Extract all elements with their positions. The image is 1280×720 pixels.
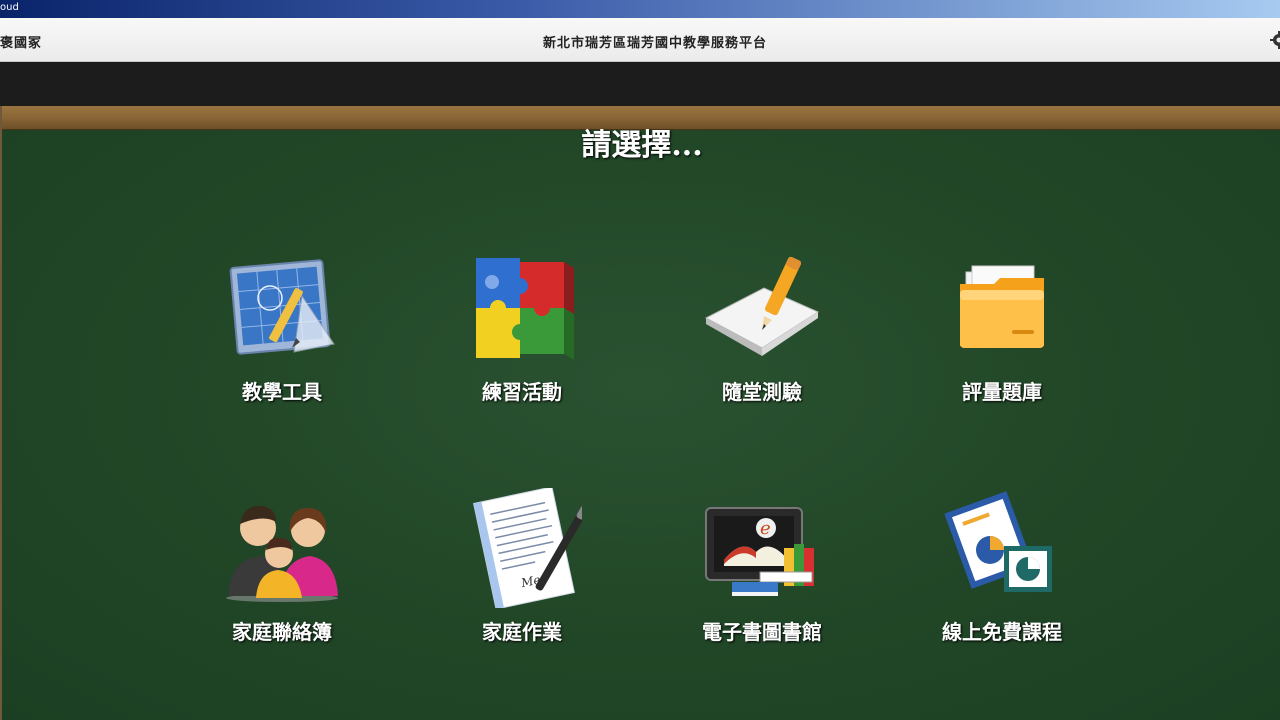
- tile-label: 家庭作業: [482, 620, 562, 644]
- tile-label: 線上免費課程: [942, 620, 1062, 644]
- pencil-on-paper-icon: [702, 248, 822, 368]
- window-title: oud: [0, 2, 19, 13]
- tile-label: 隨堂測驗: [722, 380, 802, 404]
- gear-icon[interactable]: [1270, 31, 1280, 49]
- tile-label: 練習活動: [482, 380, 562, 404]
- board-heading: 請選擇...: [581, 128, 703, 163]
- page-title: 新北市瑞芳區瑞芳國中教學服務平台: [542, 36, 767, 51]
- ebook-library-icon: e: [702, 488, 822, 608]
- tile-ebook-library[interactable]: e 電子書圖書館: [662, 488, 862, 668]
- presentation-chart-icon: [942, 488, 1062, 608]
- tile-teaching-tools[interactable]: 教學工具: [182, 248, 382, 428]
- top-navbar: 褒國冢 新北市瑞芳區瑞芳國中教學服務平台: [0, 18, 1280, 62]
- tile-family-contact-book[interactable]: 家庭聯絡簿: [182, 488, 382, 668]
- tile-label: 家庭聯絡簿: [232, 620, 332, 644]
- dark-band: [0, 63, 1280, 106]
- handwritten-letter-pen-icon: Mex: [462, 486, 589, 610]
- blueprint-pencil-icon: [222, 248, 342, 368]
- tile-practice-activities[interactable]: 練習活動: [422, 248, 622, 428]
- window-titlebar: oud: [0, 0, 1280, 18]
- puzzle-cube-icon: [462, 248, 582, 368]
- family-icon: [222, 488, 342, 608]
- tile-free-online-courses[interactable]: 線上免費課程: [902, 488, 1102, 668]
- tile-homework[interactable]: Mex 家庭作業: [422, 486, 622, 668]
- tile-label: 教學工具: [242, 380, 322, 404]
- svg-text:e: e: [760, 518, 771, 539]
- tile-question-bank[interactable]: 評量題庫: [902, 248, 1102, 428]
- tile-quiz[interactable]: 隨堂測驗: [662, 248, 862, 428]
- tile-label: 評量題庫: [962, 380, 1042, 404]
- folder-icon: [942, 248, 1062, 368]
- tile-label: 電子書圖書館: [702, 620, 822, 644]
- chalkboard: 請選擇... 教學工具 練習活動 隨堂測驗 評量題庫 家庭聯絡簿 Mex 家庭作…: [0, 106, 1280, 720]
